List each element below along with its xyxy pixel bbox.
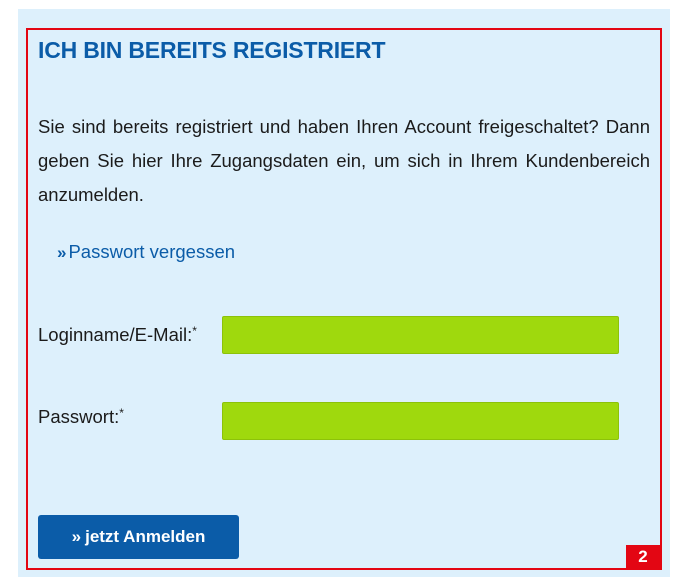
login-submit-button[interactable]: » jetzt Anmelden [38,515,239,559]
section-heading: ICH BIN BEREITS REGISTRIERT [38,37,386,63]
login-input[interactable] [222,316,619,354]
required-mark: * [192,324,197,338]
forgot-password-label: Passwort vergessen [68,241,236,262]
login-submit-label: jetzt Anmelden [85,527,206,546]
double-chevron-right-icon: » [57,243,67,262]
password-input[interactable] [222,402,619,440]
login-label: Loginname/E-Mail:* [38,318,198,352]
intro-text: Sie sind bereits registriert und haben I… [38,116,650,205]
annotation-badge: 2 [626,545,660,568]
login-label-text: Loginname/E-Mail: [38,324,193,345]
forgot-password-link[interactable]: » Passwort vergessen [57,238,235,267]
password-label: Passwort:* [38,400,124,434]
double-chevron-right-icon: » [71,527,82,546]
password-label-text: Passwort: [38,406,120,427]
required-mark: * [119,406,124,420]
